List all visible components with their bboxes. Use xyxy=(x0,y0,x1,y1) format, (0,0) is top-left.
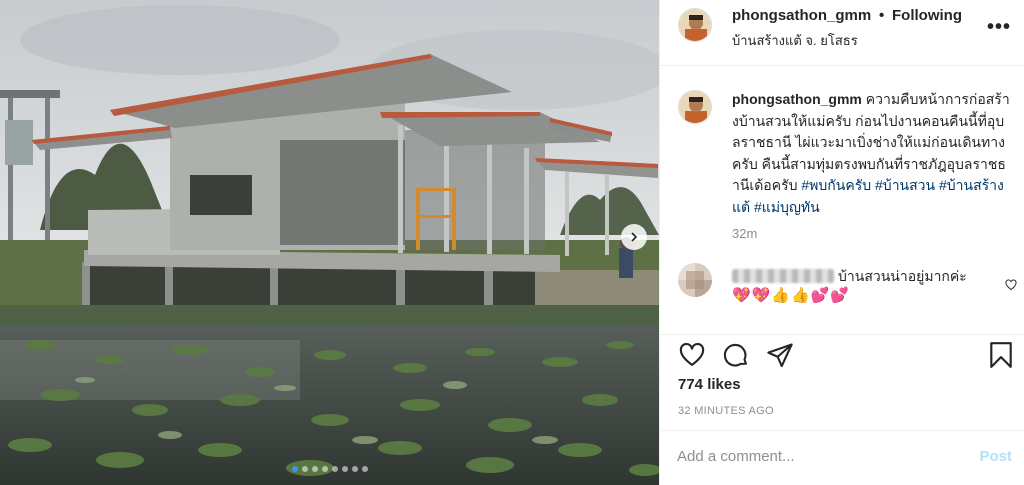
profile-picture xyxy=(679,91,711,123)
location-link[interactable]: บ้านสร้างแต้ จ. ยโสธร xyxy=(732,30,858,51)
hashtag-link[interactable]: #บ้านสวน xyxy=(875,177,935,193)
following-button[interactable]: Following xyxy=(892,7,962,24)
carousel-dot xyxy=(321,466,328,472)
comment-icon xyxy=(723,343,747,367)
profile-picture xyxy=(679,9,711,41)
comment-like-button[interactable] xyxy=(1005,278,1017,296)
username-link[interactable]: phongsathon_gmm xyxy=(732,7,871,24)
heart-icon xyxy=(679,342,705,366)
heart-icon xyxy=(1005,279,1017,291)
post-photo[interactable] xyxy=(0,0,659,485)
caption-timestamp[interactable]: 32m xyxy=(732,226,757,241)
comments-section: phongsathon_gmm ความคืบหน้าการก่อสร้างบ้… xyxy=(660,66,1024,334)
carousel-dot xyxy=(341,466,348,472)
avatar[interactable] xyxy=(678,90,712,124)
carousel-dot xyxy=(331,466,338,472)
carousel-dot xyxy=(301,466,308,472)
more-options-icon[interactable]: ••• xyxy=(987,16,1011,39)
next-photo-button[interactable] xyxy=(621,224,647,250)
like-count[interactable]: 774 likes xyxy=(678,376,741,393)
carousel-dot xyxy=(311,466,318,472)
post-header: phongsathon_gmm • Following บ้านสร้างแต้… xyxy=(660,0,1024,66)
hashtag-link[interactable]: #พบกันครับ xyxy=(801,177,871,193)
comment-text: บ้านสวนน่าอยู่มากค่ะ xyxy=(838,268,967,284)
carousel-indicator xyxy=(0,466,659,472)
caption-username[interactable]: phongsathon_gmm xyxy=(732,91,862,107)
post-caption: phongsathon_gmm ความคืบหน้าการก่อสร้างบ้… xyxy=(732,89,1012,218)
save-button[interactable] xyxy=(988,341,1014,374)
carousel-dot xyxy=(351,466,358,472)
blurred-avatar-image xyxy=(678,263,712,297)
post-comment-button[interactable]: Post xyxy=(979,448,1012,465)
share-button[interactable] xyxy=(766,341,794,374)
separator-dot: • xyxy=(879,7,885,24)
post-timestamp[interactable]: 32 MINUTES AGO xyxy=(678,405,774,417)
paper-plane-icon xyxy=(767,343,793,368)
hashtag-link[interactable]: #แม่บุญทัน xyxy=(754,199,820,215)
add-comment-bar: Post xyxy=(660,430,1024,485)
chevron-right-icon xyxy=(631,232,638,242)
carousel-dot xyxy=(361,466,368,472)
house-construction-image xyxy=(0,0,659,485)
add-comment-input[interactable] xyxy=(677,445,967,467)
post-side-panel: phongsathon_gmm • Following บ้านสร้างแต้… xyxy=(659,0,1024,485)
bookmark-icon xyxy=(990,342,1012,368)
carousel-dot xyxy=(291,466,298,472)
avatar[interactable] xyxy=(678,8,712,42)
commenter-avatar[interactable] xyxy=(678,263,712,297)
post-actions: 774 likes 32 MINUTES AGO xyxy=(660,334,1024,430)
like-button[interactable] xyxy=(678,341,706,374)
blurred-commenter-name xyxy=(732,269,834,283)
comment-button[interactable] xyxy=(722,341,750,374)
comment-emoji: 💖💖👍👍💕💕 xyxy=(732,287,851,304)
